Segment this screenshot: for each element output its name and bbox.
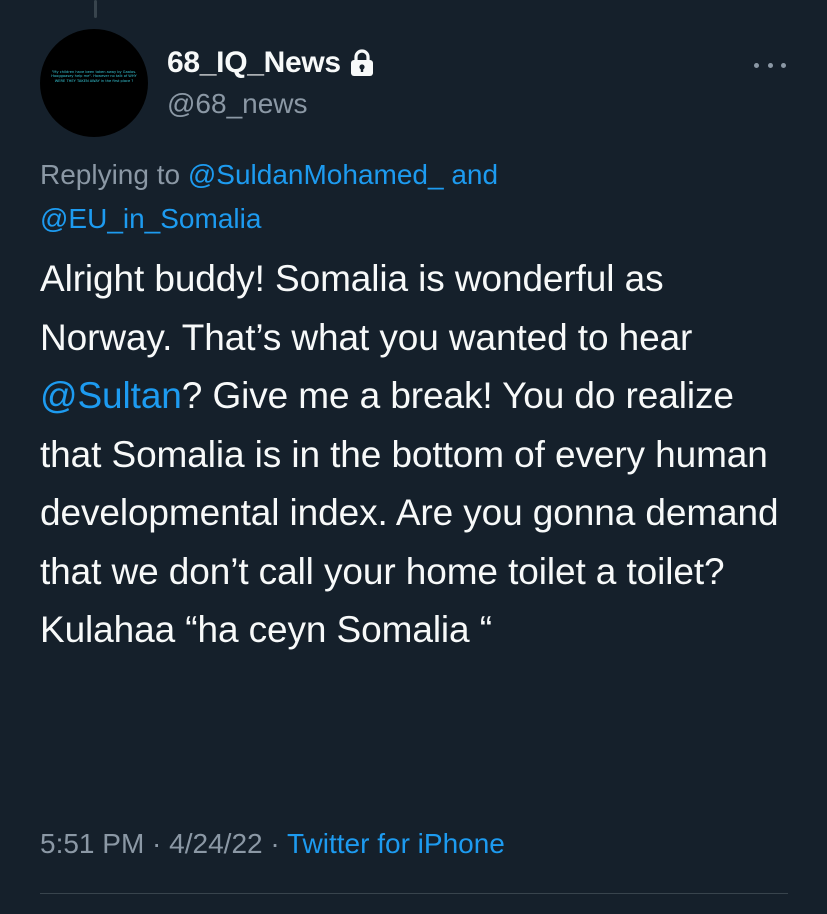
tweet-time[interactable]: 5:51 PM [40, 828, 144, 859]
tweet-text-part-2: ? Give me a break! You do realize that S… [40, 375, 779, 650]
tweet-mention-sultan[interactable]: @Sultan [40, 375, 182, 416]
tweet-date[interactable]: 4/24/22 [169, 828, 262, 859]
tweet-source[interactable]: Twitter for iPhone [287, 828, 505, 859]
tweet-metadata: 5:51 PM · 4/24/22 · Twitter for iPhone [40, 828, 505, 860]
more-horizontal-icon[interactable] [754, 55, 786, 75]
tweet-text: Alright buddy! Somalia is wonderful as N… [40, 250, 800, 660]
avatar-caption: "My children have been taken away by Gaa… [51, 70, 137, 83]
avatar[interactable]: "My children have been taken away by Gaa… [40, 29, 148, 137]
user-handle[interactable]: @68_news [167, 88, 308, 120]
meta-separator: · [144, 828, 170, 859]
display-name-row[interactable]: 68_IQ_News [167, 46, 375, 80]
meta-separator: · [262, 828, 287, 859]
display-name[interactable]: 68_IQ_News [167, 46, 341, 80]
lock-icon [349, 49, 375, 77]
thread-connector-line [94, 0, 97, 18]
replying-to: Replying to @SuldanMohamed_ and @EU_in_S… [40, 153, 780, 241]
reply-and: and [443, 159, 499, 190]
tweet-text-part-1: Alright buddy! Somalia is wonderful as N… [40, 258, 693, 358]
divider [40, 893, 788, 894]
reply-mention-suldanmohamed[interactable]: @SuldanMohamed_ [188, 159, 444, 190]
replying-prefix: Replying to [40, 159, 188, 190]
reply-mention-eu-in-somalia[interactable]: @EU_in_Somalia [40, 203, 261, 234]
